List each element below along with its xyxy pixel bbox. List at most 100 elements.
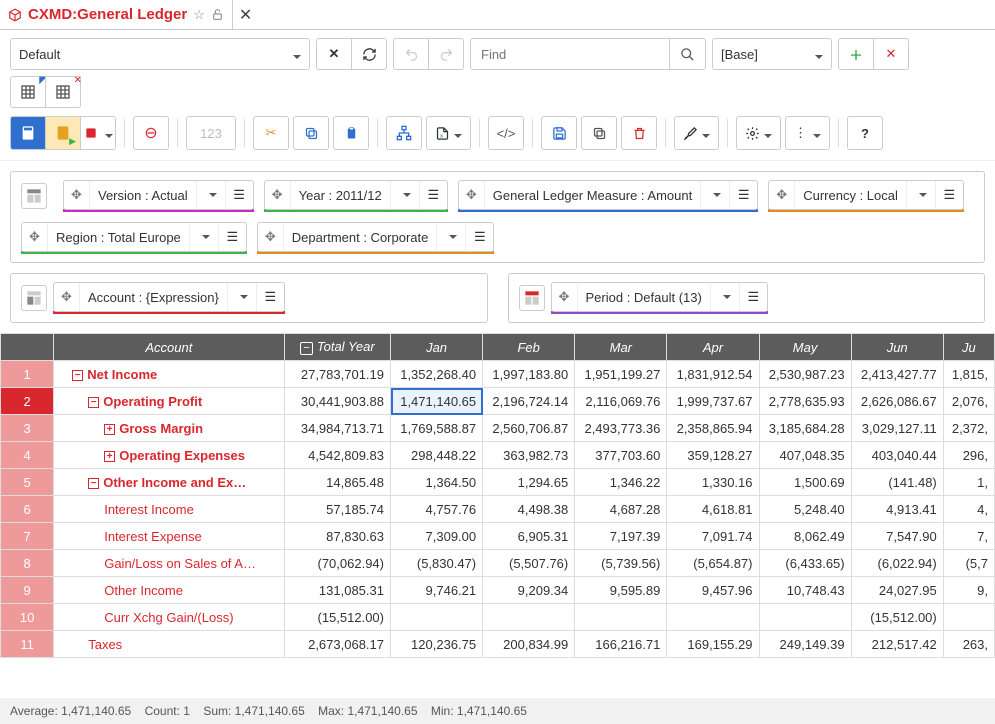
filter-year-label[interactable]: Year : 2011/12	[291, 188, 390, 203]
add-button[interactable]: ＋	[838, 38, 874, 70]
data-cell[interactable]: 1,831,912.54	[667, 361, 759, 388]
table-row[interactable]: 5−Other Income and Ex…14,865.481,364.501…	[1, 469, 995, 496]
data-cell[interactable]	[943, 604, 994, 631]
data-cell[interactable]: 1,999,737.67	[667, 388, 759, 415]
row-number[interactable]: 5	[1, 469, 54, 496]
collapse-icon[interactable]: −	[88, 478, 99, 489]
data-cell[interactable]: 9,595.89	[575, 577, 667, 604]
save-button[interactable]	[541, 116, 577, 150]
account-cell[interactable]: Interest Expense	[54, 523, 284, 550]
data-cell[interactable]: (6,433.65)	[759, 550, 851, 577]
data-cell[interactable]: 7,	[943, 523, 994, 550]
data-cell[interactable]: 249,149.39	[759, 631, 851, 658]
filter-measure-label[interactable]: General Ledger Measure : Amount	[485, 188, 700, 203]
duplicate-button[interactable]	[581, 116, 617, 150]
grid-expand-button[interactable]: ✕	[45, 76, 81, 108]
row-number[interactable]: 3	[1, 415, 54, 442]
collapse-icon[interactable]: −	[88, 397, 99, 408]
move-icon[interactable]: ✥	[552, 283, 578, 311]
data-cell[interactable]: 10,748.43	[759, 577, 851, 604]
column-header[interactable]: Account	[54, 334, 284, 361]
settings-button[interactable]	[736, 116, 781, 150]
data-cell[interactable]: (5,830.47)	[391, 550, 483, 577]
row-number[interactable]: 6	[1, 496, 54, 523]
data-cell[interactable]: 1,769,588.87	[391, 415, 483, 442]
data-cell[interactable]: 2,778,635.93	[759, 388, 851, 415]
data-cell[interactable]	[667, 604, 759, 631]
data-cell[interactable]: 1,	[943, 469, 994, 496]
data-cell[interactable]: 7,197.39	[575, 523, 667, 550]
data-cell[interactable]: 4,542,809.83	[284, 442, 390, 469]
account-cell[interactable]: +Operating Expenses	[54, 442, 284, 469]
data-cell[interactable]: 2,372,	[943, 415, 994, 442]
data-cell[interactable]: 1,500.69	[759, 469, 851, 496]
redo-button[interactable]	[428, 38, 464, 70]
data-cell[interactable]: 407,048.35	[759, 442, 851, 469]
column-header[interactable]: May	[759, 334, 851, 361]
table-row[interactable]: 11Taxes2,673,068.17120,236.75200,834.991…	[1, 631, 995, 658]
close-tab-button[interactable]: ✕	[233, 5, 258, 25]
collapse-icon[interactable]: −	[72, 370, 83, 381]
undo-button[interactable]	[393, 38, 429, 70]
account-cell[interactable]: Gain/Loss on Sales of A…	[54, 550, 284, 577]
data-cell[interactable]: 403,040.44	[851, 442, 943, 469]
data-cell[interactable]: 166,216.71	[575, 631, 667, 658]
data-cell[interactable]: (5,7	[943, 550, 994, 577]
table-row[interactable]: 6Interest Income57,185.744,757.764,498.3…	[1, 496, 995, 523]
hierarchy-button[interactable]	[386, 116, 422, 150]
data-cell[interactable]: 363,982.73	[483, 442, 575, 469]
data-cell[interactable]: 2,358,865.94	[667, 415, 759, 442]
grid-collapse-button[interactable]: ◤	[10, 76, 46, 108]
data-cell[interactable]: 263,	[943, 631, 994, 658]
data-cell[interactable]: (15,512.00)	[851, 604, 943, 631]
number-input[interactable]: 123	[186, 116, 236, 150]
move-icon[interactable]: ✥	[769, 181, 795, 209]
column-header[interactable]: Jan	[391, 334, 483, 361]
data-cell[interactable]: 9,	[943, 577, 994, 604]
data-cell[interactable]: 27,783,701.19	[284, 361, 390, 388]
data-cell[interactable]: 2,116,069.76	[575, 388, 667, 415]
copy-button[interactable]	[293, 116, 329, 150]
data-cell[interactable]: 24,027.95	[851, 577, 943, 604]
data-cell[interactable]: 9,457.96	[667, 577, 759, 604]
column-header[interactable]: −Total Year	[284, 334, 390, 361]
move-icon[interactable]: ✥	[459, 181, 485, 209]
calc-button[interactable]	[10, 116, 46, 150]
row-number[interactable]: 9	[1, 577, 54, 604]
data-cell[interactable]: 212,517.42	[851, 631, 943, 658]
rows-axis-label[interactable]: Account : {Expression}	[80, 290, 227, 305]
account-cell[interactable]: Interest Income	[54, 496, 284, 523]
filter-version-label[interactable]: Version : Actual	[90, 188, 196, 203]
data-grid[interactable]: Account−Total YearJanFebMarAprMayJunJu 1…	[0, 333, 995, 658]
filter-grid-icon[interactable]	[21, 183, 47, 209]
data-cell[interactable]: 120,236.75	[391, 631, 483, 658]
data-cell[interactable]: (70,062.94)	[284, 550, 390, 577]
paste-button[interactable]	[333, 116, 369, 150]
account-cell[interactable]: Taxes	[54, 631, 284, 658]
chevron-down-icon[interactable]	[189, 223, 218, 251]
unlock-icon[interactable]	[211, 8, 224, 21]
data-cell[interactable]: 1,471,140.65	[391, 388, 483, 415]
chevron-down-icon[interactable]	[436, 223, 465, 251]
rows-icon[interactable]	[21, 285, 47, 311]
expand-icon[interactable]: +	[104, 424, 115, 435]
data-cell[interactable]: 5,248.40	[759, 496, 851, 523]
data-cell[interactable]: 4,618.81	[667, 496, 759, 523]
column-header[interactable]: Jun	[851, 334, 943, 361]
data-cell[interactable]: 4,498.38	[483, 496, 575, 523]
data-cell[interactable]	[575, 604, 667, 631]
data-cell[interactable]: 1,951,199.27	[575, 361, 667, 388]
data-cell[interactable]	[483, 604, 575, 631]
filter-department-label[interactable]: Department : Corporate	[284, 230, 437, 245]
data-cell[interactable]: 1,352,268.40	[391, 361, 483, 388]
delete-button[interactable]	[621, 116, 657, 150]
refresh-button[interactable]	[351, 38, 387, 70]
find-input[interactable]	[470, 38, 670, 70]
chevron-down-icon[interactable]	[700, 181, 729, 209]
list-icon[interactable]: ☰	[935, 181, 963, 209]
list-icon[interactable]: ☰	[256, 283, 284, 311]
data-cell[interactable]: 131,085.31	[284, 577, 390, 604]
expand-icon[interactable]: +	[104, 451, 115, 462]
move-icon[interactable]: ✥	[265, 181, 291, 209]
table-row[interactable]: 1−Net Income27,783,701.191,352,268.401,9…	[1, 361, 995, 388]
